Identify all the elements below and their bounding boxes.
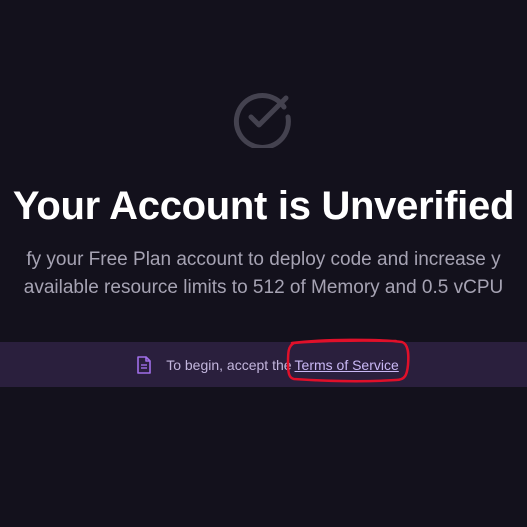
document-icon — [137, 355, 152, 374]
check-circle-icon — [233, 92, 291, 148]
description-line-1: fy your Free Plan account to deploy code… — [26, 249, 501, 270]
page-title: Your Account is Unverified — [12, 184, 515, 228]
banner-prefix-text: To begin, accept the — [166, 356, 292, 373]
description-line-2: available resource limits to 512 of Memo… — [23, 277, 504, 298]
terms-of-service-link[interactable]: Terms of Service — [295, 357, 399, 373]
terms-banner: To begin, accept the Terms of Service — [0, 342, 527, 387]
verification-description: fy your Free Plan account to deploy code… — [0, 246, 527, 302]
verification-page: Your Account is Unverified fy your Free … — [0, 0, 527, 527]
